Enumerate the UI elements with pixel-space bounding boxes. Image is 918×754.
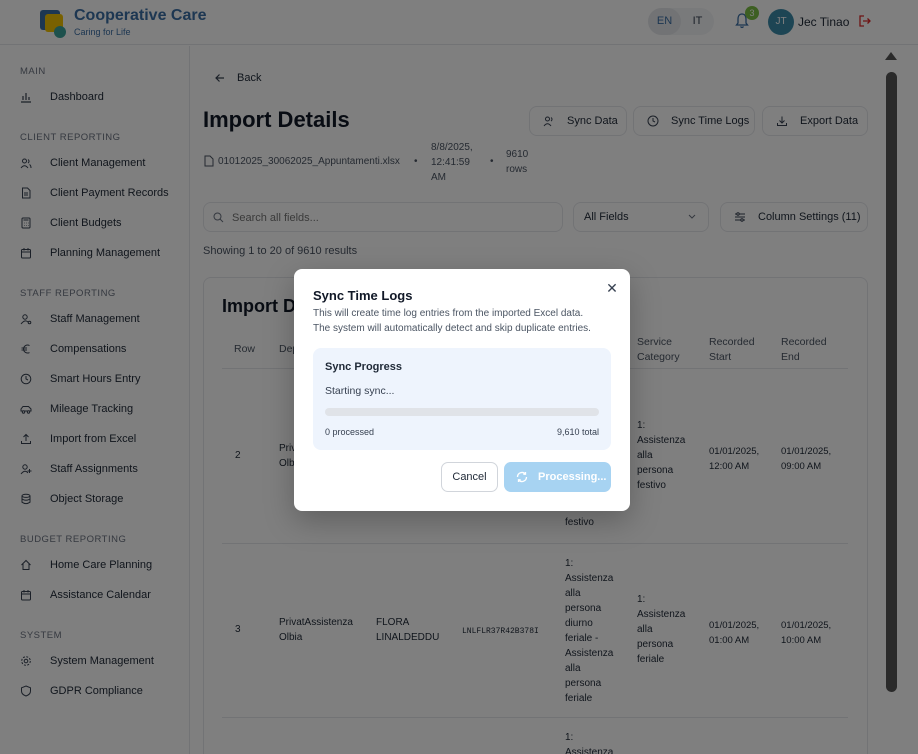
cancel-button[interactable]: Cancel [441,462,498,492]
dialog-title: Sync Time Logs [313,288,413,303]
dialog-description-line: The system will automatically detect and… [313,323,591,334]
dialog-description-line: This will create time log entries from t… [313,308,584,319]
processing-label: Processing... [538,471,607,483]
spinner-icon [516,471,528,483]
processed-count: 0 processed [325,427,375,437]
close-icon[interactable]: ✕ [605,281,619,295]
progress-title: Sync Progress [325,361,403,373]
dialog-description: This will create time log entries from t… [313,306,613,336]
progress-status: Starting sync... [325,385,395,397]
total-count: 9,610 total [556,427,599,437]
sync-time-logs-dialog: ✕ Sync Time Logs This will create time l… [294,269,630,511]
sync-progress-panel: Sync Progress Starting sync... 0 process… [313,348,611,450]
progress-bar [325,408,599,416]
processing-button[interactable]: Processing... [504,462,611,492]
